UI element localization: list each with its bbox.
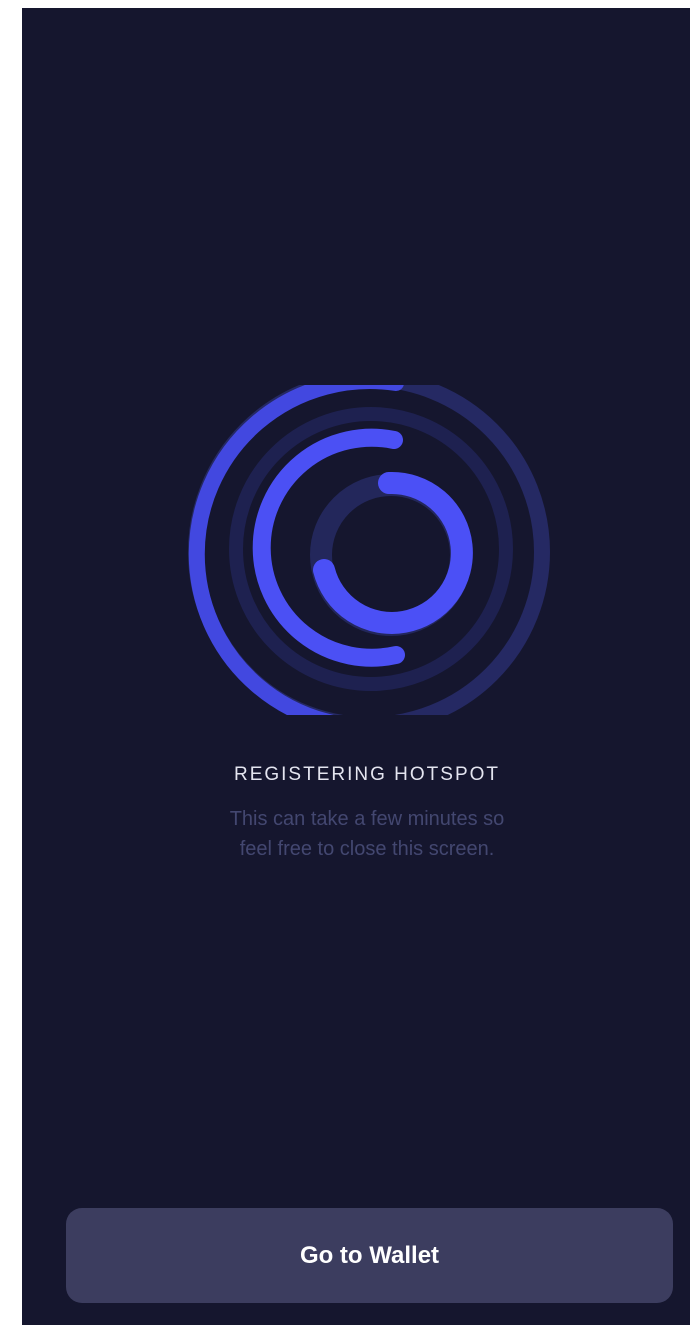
subtitle-line-1: This can take a few minutes so bbox=[229, 808, 505, 830]
subtitle-line-2: feel free to close this screen. bbox=[239, 838, 495, 860]
go-to-wallet-button[interactable]: Go to Wallet bbox=[66, 1208, 673, 1303]
concentric-rings-spinner-icon bbox=[188, 385, 550, 715]
status-subtitle: This can take a few minutes so feel free… bbox=[22, 804, 690, 864]
registering-hotspot-screen: REGISTERING HOTSPOT This can take a few … bbox=[22, 8, 690, 1325]
status-title: REGISTERING HOTSPOT bbox=[233, 764, 501, 785]
